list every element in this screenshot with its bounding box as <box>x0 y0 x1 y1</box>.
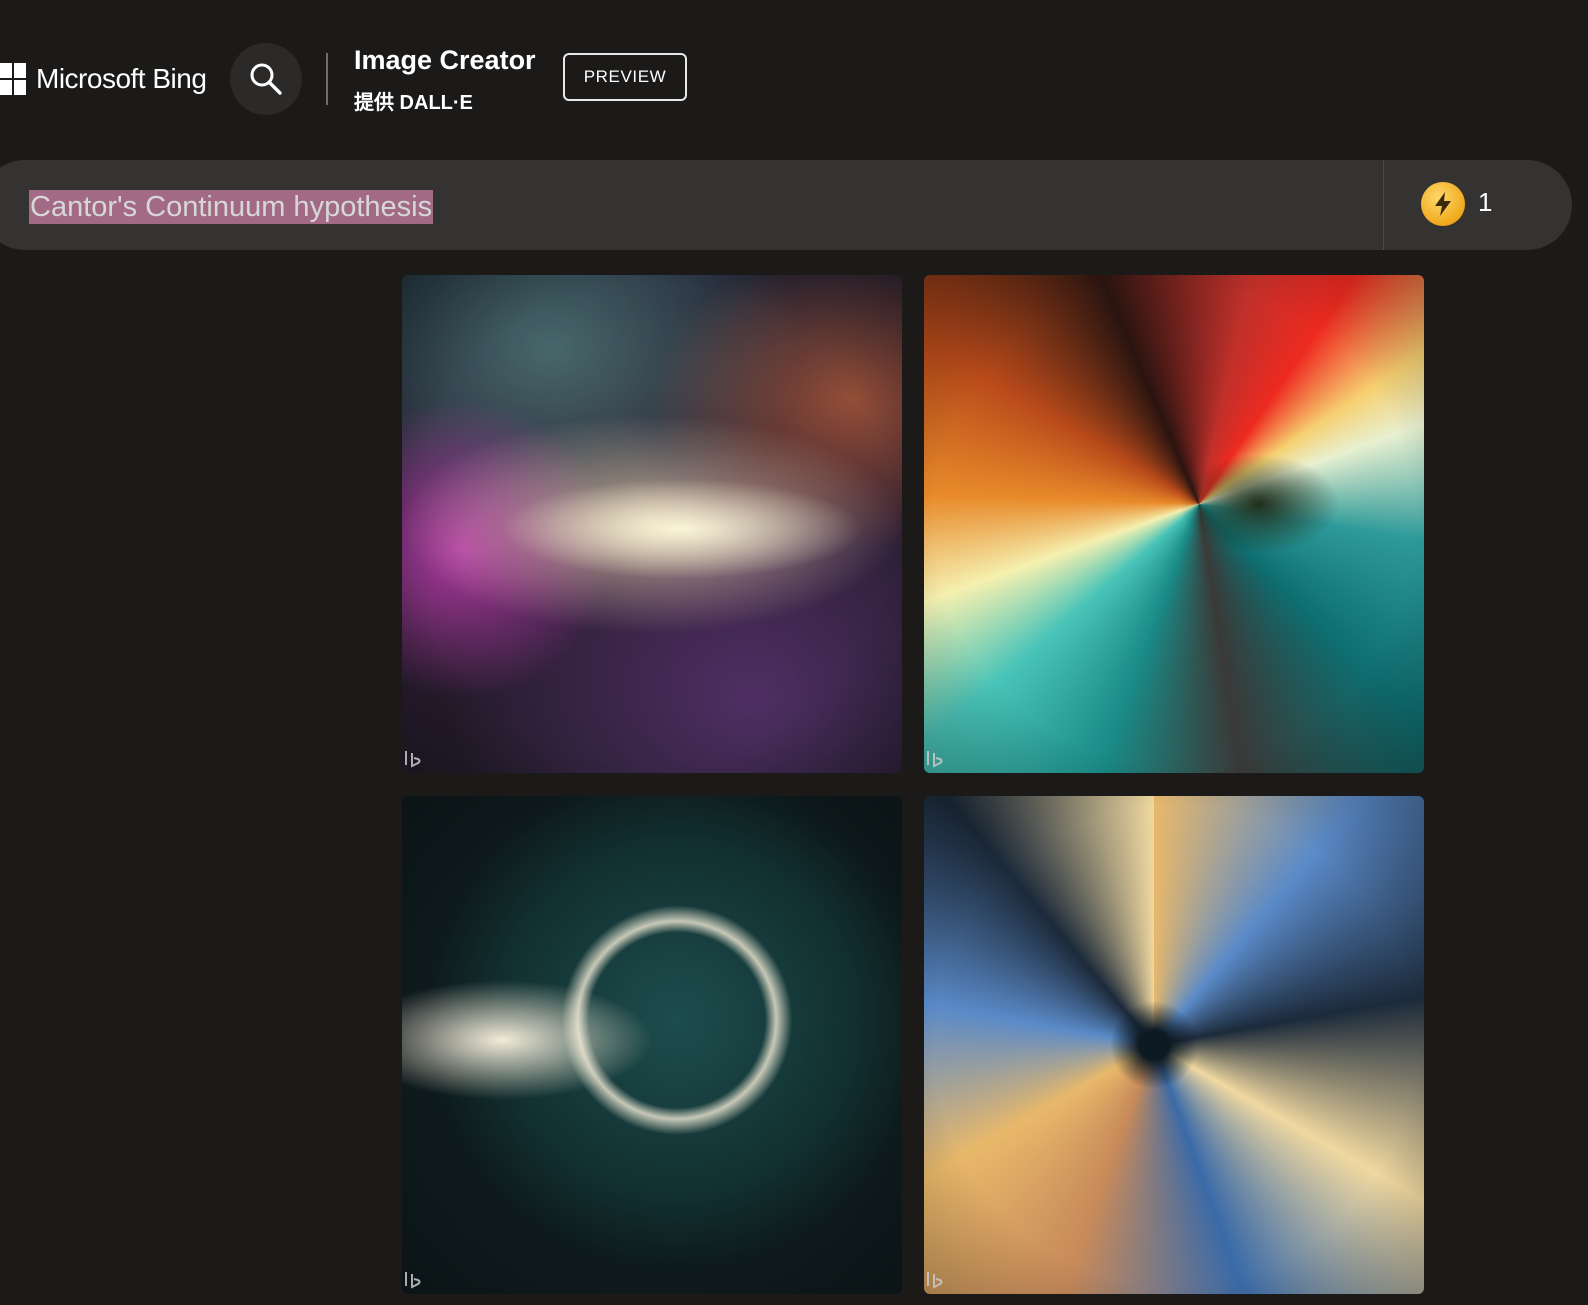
header: Microsoft Bing Image Creator 提供 DALL·E P… <box>0 0 1588 150</box>
generated-image-1[interactable] <box>402 275 902 773</box>
bing-logo-icon <box>405 1272 421 1289</box>
prompt-separator <box>1383 160 1384 250</box>
bing-logo-icon <box>927 1272 943 1289</box>
generated-image-3[interactable] <box>402 796 902 1294</box>
app-title: Image Creator <box>354 45 536 75</box>
prompt-bar[interactable]: Cantor's Continuum hypothesis 1 <box>0 160 1572 250</box>
generated-image-4[interactable] <box>924 796 1424 1294</box>
header-divider <box>326 53 328 105</box>
search-button[interactable] <box>230 43 302 115</box>
microsoft-logo-icon <box>0 62 27 96</box>
boost-count: 1 <box>1478 187 1493 217</box>
brand-name: Microsoft Bing <box>36 63 207 94</box>
preview-button[interactable]: PREVIEW <box>563 53 687 101</box>
bing-home-link[interactable]: Microsoft Bing <box>0 62 207 96</box>
lightning-bolt-icon[interactable] <box>1421 182 1465 226</box>
generated-image-2[interactable] <box>924 275 1424 773</box>
bing-logo-icon <box>405 751 421 768</box>
app-subtitle: 提供 DALL·E <box>354 92 473 114</box>
search-icon <box>250 63 282 95</box>
prompt-input[interactable]: Cantor's Continuum hypothesis <box>29 190 434 224</box>
bing-logo-icon <box>927 751 943 768</box>
